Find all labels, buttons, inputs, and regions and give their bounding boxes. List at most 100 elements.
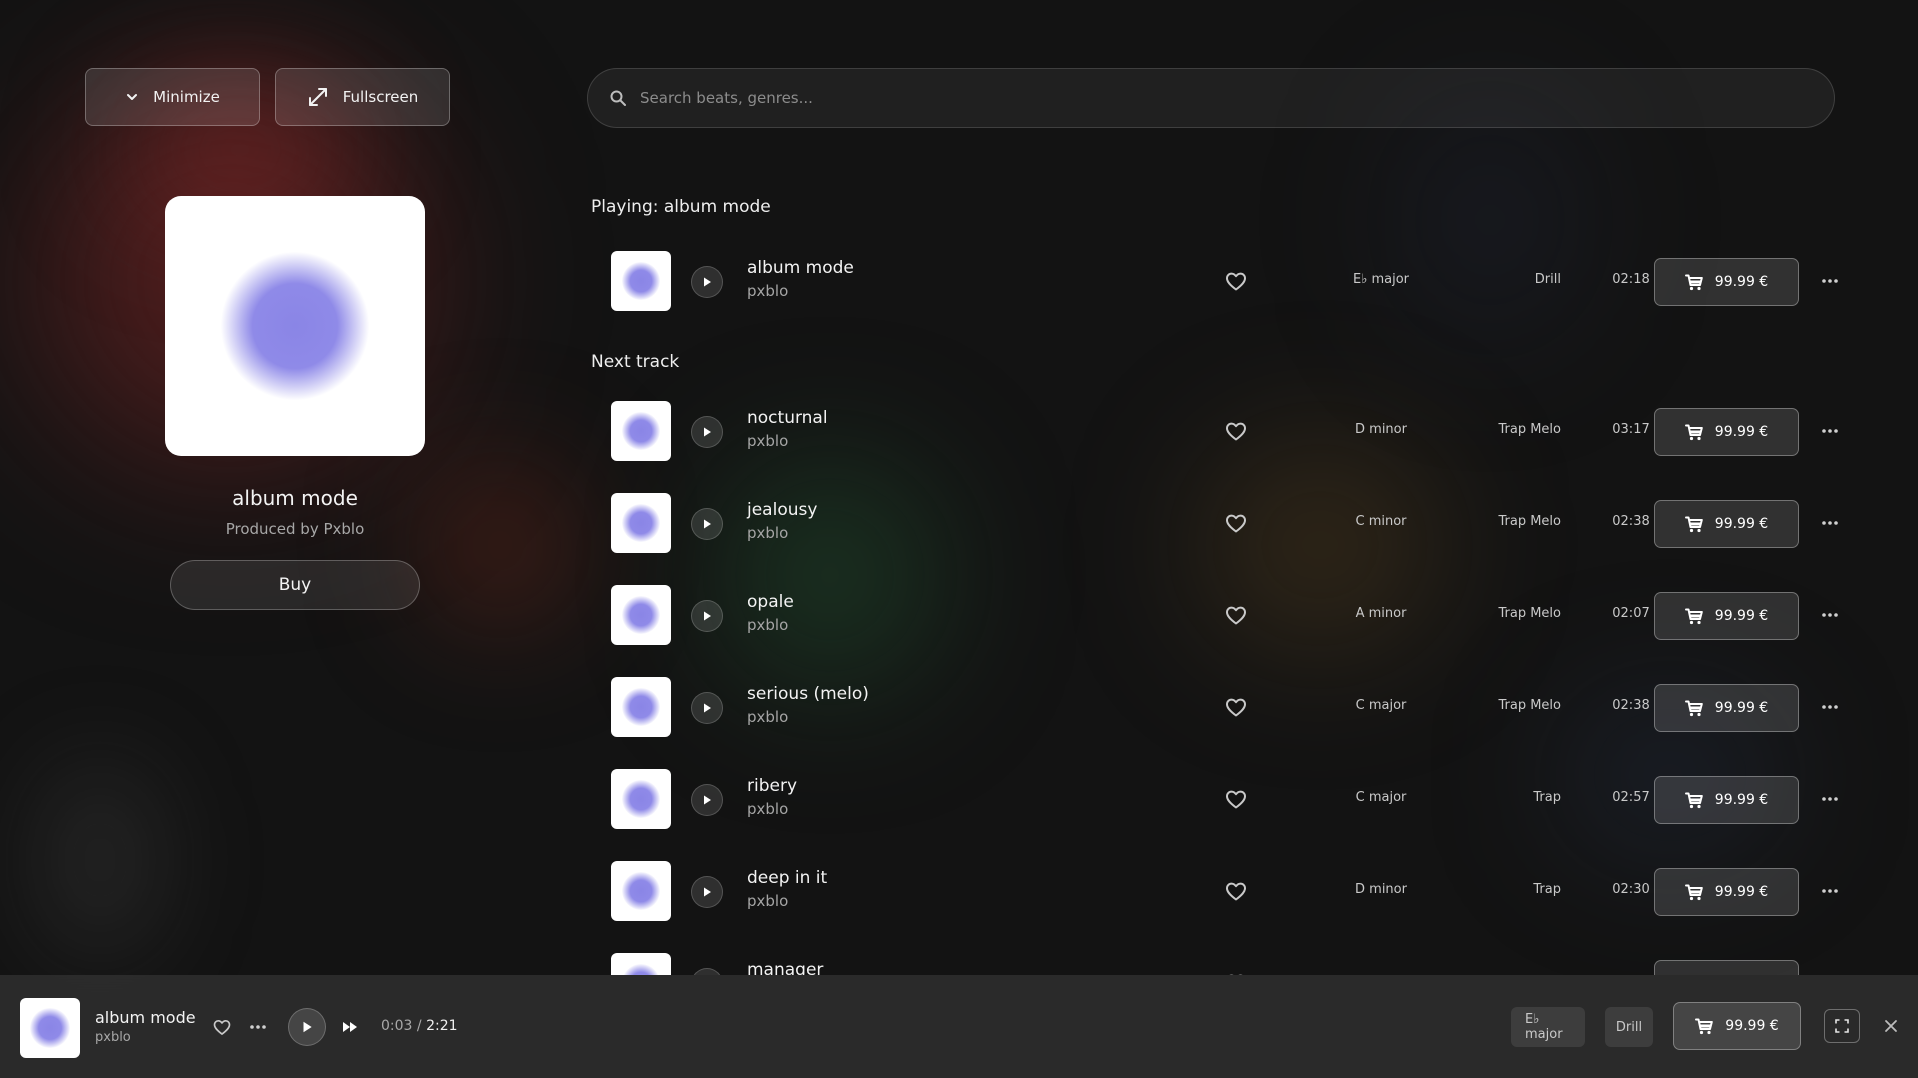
track-key: E♭ major xyxy=(1352,272,1410,287)
track-cover xyxy=(611,251,671,311)
track-artist: pxblo xyxy=(747,282,789,300)
more-options-icon[interactable] xyxy=(1819,422,1841,440)
track-artist: pxblo xyxy=(747,524,789,542)
price-label: 99.99 € xyxy=(1714,884,1769,900)
track-title: jealousy xyxy=(747,500,818,520)
fast-forward-icon[interactable] xyxy=(340,1017,360,1037)
track-title: manager xyxy=(747,960,824,975)
heart-icon[interactable] xyxy=(1224,419,1248,443)
play-button[interactable] xyxy=(691,968,723,975)
total-time: 2:21 xyxy=(426,1018,458,1034)
price-label: 99.99 € xyxy=(1714,516,1769,532)
track-artist: pxblo xyxy=(747,892,789,910)
close-icon[interactable] xyxy=(1880,1015,1902,1037)
cart-icon xyxy=(1684,274,1703,290)
cart-icon xyxy=(1684,516,1703,532)
track-genre: Trap Melo xyxy=(1498,514,1561,529)
add-to-cart-button[interactable]: 99.99 € xyxy=(1654,258,1799,306)
more-options-icon[interactable] xyxy=(1819,272,1841,290)
track-genre: Trap xyxy=(1533,790,1561,805)
play-icon xyxy=(704,703,711,713)
add-to-cart-button[interactable]: 99.99 € xyxy=(1654,960,1799,975)
track-row[interactable]: jealousy pxblo C minor Trap Melo 02:38 9… xyxy=(591,492,1841,554)
heart-icon[interactable] xyxy=(1224,511,1248,535)
chevron-down-icon xyxy=(127,94,138,100)
add-to-cart-button[interactable]: 99.99 € xyxy=(1654,776,1799,824)
track-title: opale xyxy=(747,592,794,612)
play-button[interactable] xyxy=(691,416,723,448)
minimize-label: Minimize xyxy=(153,88,220,106)
track-row[interactable]: deep in it pxblo D minor Trap 02:30 99.9… xyxy=(591,860,1841,922)
genre-chip: Drill xyxy=(1605,1007,1653,1047)
play-icon xyxy=(704,519,711,529)
track-cover xyxy=(611,401,671,461)
play-button[interactable] xyxy=(691,508,723,540)
track-genre: Drill xyxy=(1534,272,1561,287)
time-separator: / xyxy=(416,1018,422,1034)
add-to-cart-button[interactable]: 99.99 € xyxy=(1654,500,1799,548)
fullscreen-button[interactable]: Fullscreen xyxy=(275,68,450,126)
heart-icon[interactable] xyxy=(1224,603,1248,627)
price-label: 99.99 € xyxy=(1714,700,1769,716)
add-to-cart-button[interactable]: 99.99 € xyxy=(1654,684,1799,732)
track-row[interactable]: album mode pxblo E♭ major Drill 02:18 99… xyxy=(591,250,1841,312)
track-title: nocturnal xyxy=(747,408,828,428)
track-genre: Trap Melo xyxy=(1498,606,1561,621)
add-to-cart-button[interactable]: 99.99 € xyxy=(1654,592,1799,640)
expand-player-button[interactable] xyxy=(1824,1009,1860,1043)
price-label: 99.99 € xyxy=(1714,608,1769,624)
track-cover xyxy=(611,493,671,553)
play-icon xyxy=(704,427,711,437)
fullscreen-icon xyxy=(1835,1019,1849,1033)
play-button[interactable] xyxy=(691,692,723,724)
heart-icon[interactable] xyxy=(1224,269,1248,293)
more-options-icon[interactable] xyxy=(1819,882,1841,900)
player-time: 0:03 / 2:21 xyxy=(381,1018,458,1034)
play-icon xyxy=(704,611,711,621)
more-options-icon[interactable] xyxy=(1819,698,1841,716)
cart-icon xyxy=(1684,424,1703,440)
track-artist: pxblo xyxy=(747,800,789,818)
more-options-icon[interactable] xyxy=(1819,606,1841,624)
more-options-icon[interactable] xyxy=(248,1019,268,1035)
album-title: album mode xyxy=(232,486,358,510)
track-genre: Trap Melo xyxy=(1498,422,1561,437)
play-icon xyxy=(704,887,711,897)
buy-button[interactable]: Buy xyxy=(170,560,420,610)
heart-icon[interactable] xyxy=(1224,695,1248,719)
track-key: C major xyxy=(1355,698,1407,713)
price-label: 99.99 € xyxy=(1714,274,1769,290)
track-cover xyxy=(611,953,671,975)
price-label: 99.99 € xyxy=(1714,424,1769,440)
heart-icon[interactable] xyxy=(212,1017,232,1037)
heart-icon[interactable] xyxy=(1224,787,1248,811)
track-key: C major xyxy=(1355,790,1407,805)
track-row[interactable]: serious (melo) pxblo C major Trap Melo 0… xyxy=(591,676,1841,738)
buy-label: Buy xyxy=(278,575,312,595)
album-cover xyxy=(165,196,425,456)
more-options-icon[interactable] xyxy=(1819,514,1841,532)
play-button[interactable] xyxy=(691,266,723,298)
player-play-button[interactable] xyxy=(288,1008,326,1046)
track-artist: pxblo xyxy=(747,616,789,634)
track-genre: Trap xyxy=(1533,882,1561,897)
play-button[interactable] xyxy=(691,784,723,816)
track-row[interactable]: ribery pxblo C major Trap 02:57 99.99 € xyxy=(591,768,1841,830)
play-button[interactable] xyxy=(691,600,723,632)
player-add-to-cart-button[interactable]: 99.99 € xyxy=(1673,1002,1801,1050)
minimize-button[interactable]: Minimize xyxy=(85,68,260,126)
add-to-cart-button[interactable]: 99.99 € xyxy=(1654,408,1799,456)
add-to-cart-button[interactable]: 99.99 € xyxy=(1654,868,1799,916)
more-options-icon[interactable] xyxy=(1819,790,1841,808)
track-cover xyxy=(611,769,671,829)
play-icon xyxy=(704,795,711,805)
play-button[interactable] xyxy=(691,876,723,908)
track-row[interactable]: manager pxblo 99.99 € xyxy=(591,952,1841,975)
track-row[interactable]: opale pxblo A minor Trap Melo 02:07 99.9… xyxy=(591,584,1841,646)
heart-icon[interactable] xyxy=(1224,879,1248,903)
player-title: album mode xyxy=(95,1008,196,1027)
track-key: C minor xyxy=(1355,514,1407,529)
track-cover xyxy=(611,677,671,737)
play-icon xyxy=(303,1021,312,1033)
track-row[interactable]: nocturnal pxblo D minor Trap Melo 03:17 … xyxy=(591,400,1841,462)
